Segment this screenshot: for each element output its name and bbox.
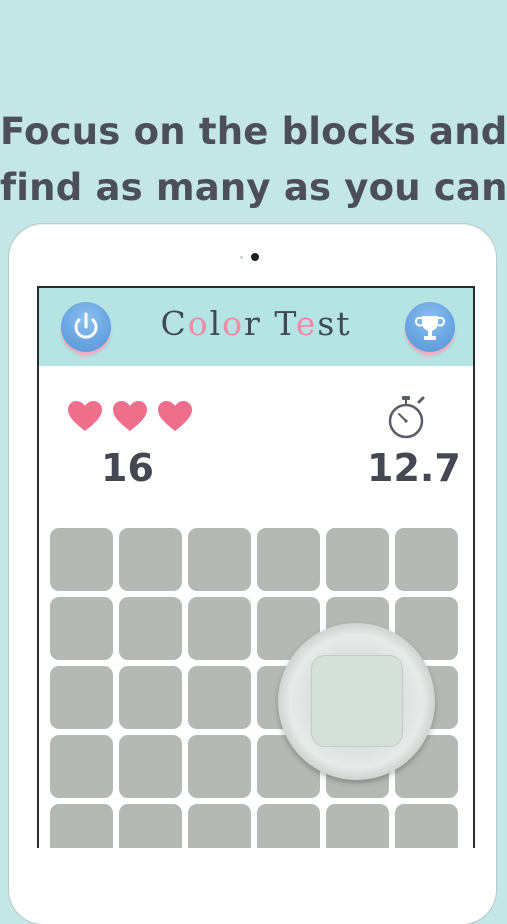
leaderboard-button[interactable] [405, 302, 455, 352]
title-letter: o [187, 304, 210, 343]
color-block[interactable] [119, 666, 182, 729]
color-block[interactable] [50, 528, 113, 591]
promo-line-1: Focus on the blocks and [0, 110, 507, 153]
color-block[interactable] [50, 666, 113, 729]
color-block[interactable] [119, 528, 182, 591]
game-screen: Color Test 16 12.7 [37, 286, 475, 848]
color-block[interactable] [257, 528, 320, 591]
promo-line-2: find as many as you can [0, 166, 507, 209]
title-letter: s [317, 304, 337, 343]
color-block[interactable] [50, 597, 113, 660]
color-block[interactable] [50, 735, 113, 798]
heart-icon [113, 401, 147, 431]
title-letter: o [222, 304, 245, 343]
score-value: 16 [101, 446, 154, 490]
color-block[interactable] [188, 804, 251, 848]
color-block[interactable] [326, 804, 389, 848]
title-letter [262, 304, 275, 343]
color-block[interactable] [395, 528, 458, 591]
color-block[interactable] [119, 735, 182, 798]
stopwatch-icon [388, 396, 425, 439]
game-header: Color Test [39, 288, 473, 366]
color-block[interactable] [50, 804, 113, 848]
camera-icon [251, 253, 259, 261]
heart-icon [158, 401, 192, 431]
color-block[interactable] [119, 804, 182, 848]
title-letter: C [160, 304, 188, 343]
odd-block[interactable] [311, 655, 403, 747]
promo-headline: Focus on the blocks and find as many as … [0, 104, 507, 216]
title-letter: r [244, 304, 262, 343]
color-block[interactable] [395, 804, 458, 848]
color-block[interactable] [326, 528, 389, 591]
color-block[interactable] [188, 528, 251, 591]
title-letter: T [274, 304, 296, 343]
magnifier-lens [278, 623, 435, 780]
title-letter: e [295, 304, 318, 343]
color-block[interactable] [188, 597, 251, 660]
heart-icon [68, 401, 102, 431]
timer-value: 12.7 [367, 446, 461, 490]
trophy-icon [415, 316, 445, 340]
title-letter: l [209, 304, 223, 343]
color-block[interactable] [257, 804, 320, 848]
sensor-dot [240, 256, 243, 259]
color-block[interactable] [119, 597, 182, 660]
color-block[interactable] [188, 666, 251, 729]
title-letter: t [336, 304, 352, 343]
color-block[interactable] [188, 735, 251, 798]
